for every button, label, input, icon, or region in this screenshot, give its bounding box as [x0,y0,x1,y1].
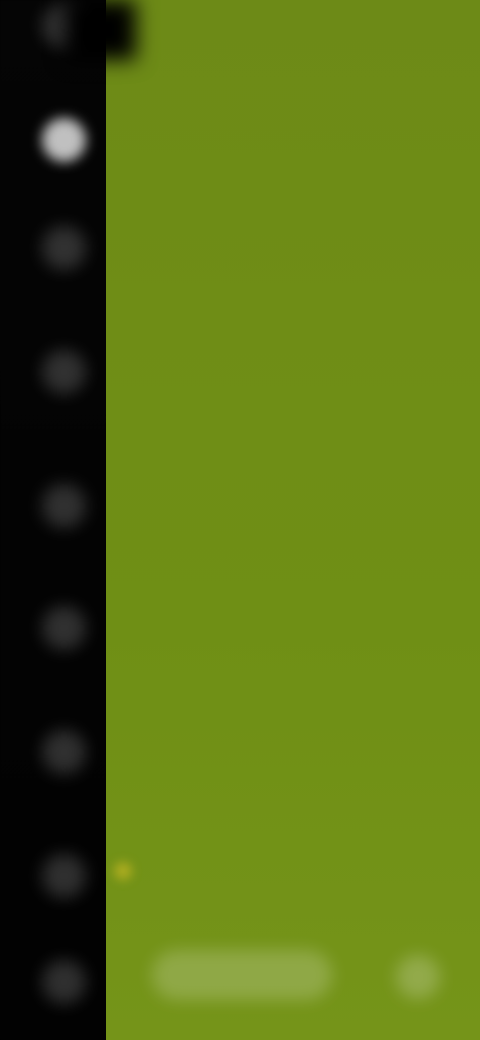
primary-action-button[interactable] [152,950,332,1000]
history-icon[interactable] [42,854,86,898]
profile-icon[interactable] [42,606,86,650]
secondary-action-icon[interactable] [396,955,440,999]
library-icon[interactable] [42,350,86,394]
download-icon[interactable] [42,730,86,774]
screen [0,0,480,1040]
settings-icon[interactable] [42,484,86,528]
search-icon[interactable] [42,226,86,270]
home-icon[interactable] [42,118,86,162]
content-panel [106,0,480,1040]
status-dot-icon [114,862,132,880]
power-icon[interactable] [42,960,86,1004]
side-rail [0,0,106,1040]
